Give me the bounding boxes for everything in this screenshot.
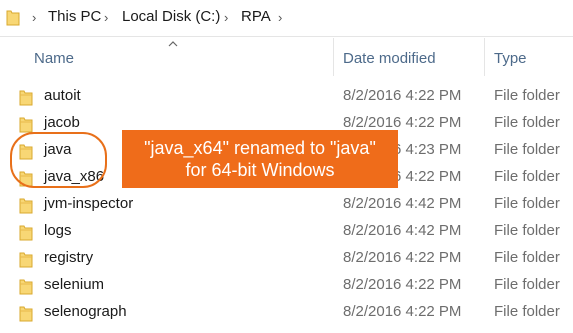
file-type: File folder <box>494 276 560 293</box>
list-item[interactable]: logs 8/2/2016 4:42 PM File folder <box>0 218 573 245</box>
date-modified: 8/2/2016 4:22 PM <box>343 303 462 320</box>
column-type[interactable]: Type <box>494 50 527 67</box>
breadcrumb-this-pc[interactable]: This PC <box>48 8 101 25</box>
file-type: File folder <box>494 195 560 212</box>
list-item[interactable]: autoit 8/2/2016 4:22 PM File folder <box>0 83 573 110</box>
folder-icon <box>6 9 20 31</box>
column-divider[interactable] <box>484 38 485 76</box>
folder-icon <box>19 305 33 327</box>
folder-icon <box>19 224 33 246</box>
folder-icon <box>19 278 33 300</box>
file-type: File folder <box>494 249 560 266</box>
date-modified: 8/2/2016 4:22 PM <box>343 87 462 104</box>
date-modified: 8/2/2016 4:42 PM <box>343 195 462 212</box>
file-type: File folder <box>494 168 560 185</box>
file-name[interactable]: jacob <box>44 114 80 131</box>
folder-icon <box>19 89 33 111</box>
file-type: File folder <box>494 222 560 239</box>
date-modified: 8/2/2016 4:42 PM <box>343 222 462 239</box>
highlight-ellipse <box>10 132 107 188</box>
list-item[interactable]: selenograph 8/2/2016 4:22 PM File folder <box>0 299 573 326</box>
list-item[interactable]: jvm-inspector 8/2/2016 4:42 PM File folder <box>0 191 573 218</box>
breadcrumb-separator[interactable]: › <box>224 10 228 25</box>
file-name[interactable]: selenograph <box>44 303 127 320</box>
breadcrumb-local-disk[interactable]: Local Disk (C:) <box>122 8 220 25</box>
column-date-modified[interactable]: Date modified <box>343 50 436 67</box>
date-modified: 8/2/2016 4:22 PM <box>343 276 462 293</box>
file-name[interactable]: logs <box>44 222 72 239</box>
list-item[interactable]: selenium 8/2/2016 4:22 PM File folder <box>0 272 573 299</box>
file-type: File folder <box>494 87 560 104</box>
file-name[interactable]: autoit <box>44 87 81 104</box>
sort-up-icon <box>168 38 178 50</box>
folder-icon <box>19 197 33 219</box>
file-type: File folder <box>494 141 560 158</box>
date-modified: 8/2/2016 4:22 PM <box>343 249 462 266</box>
column-divider[interactable] <box>333 38 334 76</box>
column-name[interactable]: Name <box>34 50 74 67</box>
file-name[interactable]: jvm-inspector <box>44 195 133 212</box>
annotation-callout: "java_x64" renamed to "java" for 64-bit … <box>122 130 398 188</box>
file-type: File folder <box>494 114 560 131</box>
column-header: Name Date modified Type <box>0 38 573 76</box>
list-item[interactable]: registry 8/2/2016 4:22 PM File folder <box>0 245 573 272</box>
file-type: File folder <box>494 303 560 320</box>
annotation-line-2: for 64-bit Windows <box>185 160 335 180</box>
folder-icon <box>19 251 33 273</box>
file-name[interactable]: selenium <box>44 276 104 293</box>
annotation-line-1: "java_x64" renamed to "java" <box>144 138 376 158</box>
address-bar[interactable]: › This PC › Local Disk (C:) › RPA › <box>0 0 573 37</box>
breadcrumb-separator[interactable]: › <box>32 10 36 25</box>
breadcrumb-separator[interactable]: › <box>104 10 108 25</box>
breadcrumb-rpa[interactable]: RPA <box>241 8 271 25</box>
breadcrumb-separator[interactable]: › <box>278 10 282 25</box>
file-name[interactable]: registry <box>44 249 93 266</box>
date-modified: 8/2/2016 4:22 PM <box>343 114 462 131</box>
